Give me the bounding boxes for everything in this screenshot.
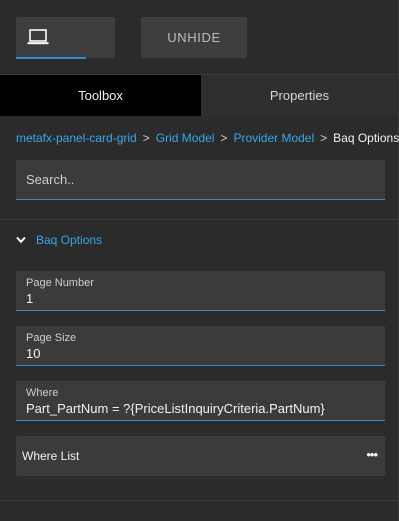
field-value: Part_PartNum = ?{PriceListInquiryCriteri… xyxy=(26,401,325,416)
search-input[interactable] xyxy=(16,160,385,198)
field-label: Where xyxy=(26,387,59,399)
tab-bar: Toolbox Properties xyxy=(0,75,398,116)
tab-toolbox[interactable]: Toolbox xyxy=(0,75,201,116)
search-box xyxy=(16,160,385,200)
page-size-field[interactable]: Page Size 10 xyxy=(16,326,385,366)
where-list-row[interactable]: Where List ••• xyxy=(16,436,385,476)
chevron-down-icon xyxy=(16,236,26,244)
where-field[interactable]: Where Part_PartNum = ?{PriceListInquiryC… xyxy=(16,381,385,421)
breadcrumb-current: Baq Options xyxy=(333,131,399,145)
more-options-icon[interactable]: ••• xyxy=(366,447,378,462)
laptop-icon xyxy=(27,29,49,45)
breadcrumb-separator: > xyxy=(320,131,328,145)
device-toggle-underline xyxy=(16,57,86,59)
divider xyxy=(0,219,398,220)
breadcrumb-item-panel-card-grid[interactable]: metafx-panel-card-grid xyxy=(16,131,137,145)
breadcrumb-separator: > xyxy=(220,131,228,145)
field-label: Page Number xyxy=(26,277,94,289)
field-value: 10 xyxy=(26,346,41,361)
breadcrumb-item-grid-model[interactable]: Grid Model xyxy=(156,131,215,145)
divider xyxy=(0,500,398,501)
device-toggle-button[interactable] xyxy=(16,17,115,59)
breadcrumb-item-provider-model[interactable]: Provider Model xyxy=(233,131,314,145)
tab-properties[interactable]: Properties xyxy=(201,75,398,116)
where-list-label: Where List xyxy=(22,449,80,463)
section-title: Baq Options xyxy=(36,233,103,247)
field-value: 1 xyxy=(26,291,34,306)
toolbar: UNHIDE xyxy=(0,0,398,75)
unhide-button[interactable]: UNHIDE xyxy=(141,17,247,58)
field-label: Page Size xyxy=(26,332,77,344)
breadcrumb: metafx-panel-card-grid > Grid Model > Provid… xyxy=(16,131,399,145)
properties-panel: UNHIDE Toolbox Properties metafx-panel-c… xyxy=(0,0,399,521)
page-number-field[interactable]: Page Number 1 xyxy=(16,271,385,311)
breadcrumb-separator: > xyxy=(142,131,150,145)
